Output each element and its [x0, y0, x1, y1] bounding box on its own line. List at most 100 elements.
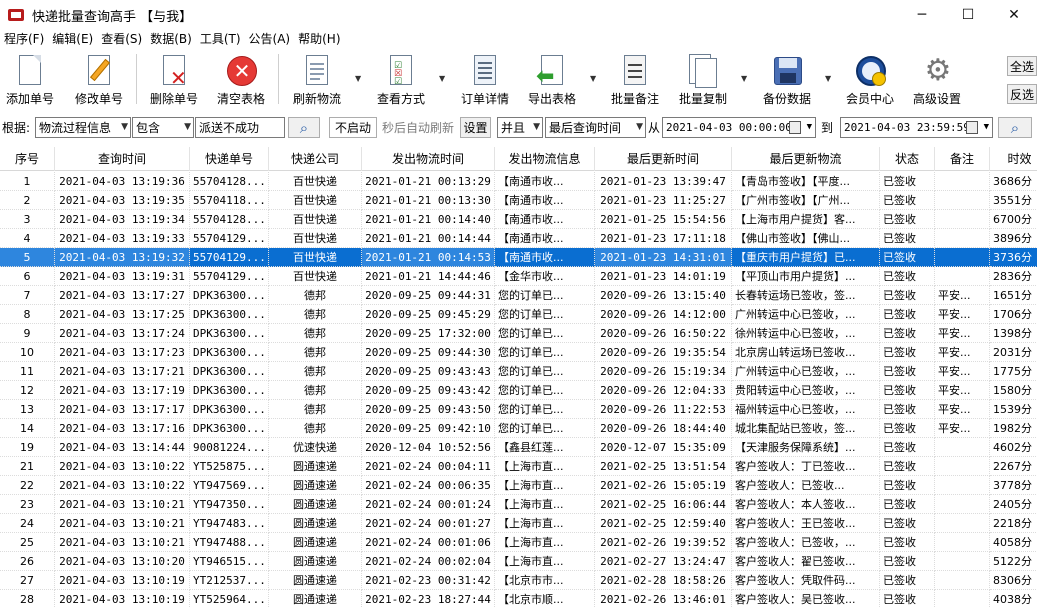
table-cell: YT947483... [190, 514, 269, 533]
logic-select[interactable]: 并且 ▼ [497, 117, 543, 138]
table-row[interactable]: 24 2021-04-03 13:10:21 YT947483... 圆通速递 2021… [0, 514, 1037, 533]
to-datetime-picker[interactable]: 2021-04-03 23:59:59 ▼ [840, 117, 993, 138]
table-row[interactable]: 8 2021-04-03 13:17:25 DPK36300... 德邦 2020-09… [0, 305, 1037, 324]
table-cell: 2021-02-26 15:05:19 [595, 476, 732, 495]
table-row[interactable]: 2 2021-04-03 13:19:35 55704118... 百世快递 2021-… [0, 191, 1037, 210]
column-header[interactable]: 查询时间 [55, 147, 190, 171]
menu-program[interactable]: 程序(F) [0, 30, 48, 48]
column-header[interactable]: 序号 [0, 147, 55, 171]
table-row[interactable]: 7 2021-04-03 13:17:27 DPK36300... 德邦 2020-09… [0, 286, 1037, 305]
table-row[interactable]: 26 2021-04-03 13:10:20 YT946515... 圆通速递 2021… [0, 552, 1037, 571]
table-row[interactable]: 3 2021-04-03 13:19:34 55704128... 百世快递 2021-… [0, 210, 1037, 229]
table-cell: 已签收 [880, 305, 935, 324]
refresh-logistics-button[interactable]: 刷新物流 [289, 50, 345, 108]
column-header[interactable]: 备注 [935, 147, 990, 171]
view-mode-button[interactable]: ☑ ☒ ☑ 查看方式 [373, 50, 429, 108]
table-cell: 2021-02-24 00:01:24 [362, 495, 495, 514]
filter-operator-select[interactable]: 包含 ▼ [132, 117, 194, 138]
clear-table-button[interactable]: ✕ 清空表格 [213, 50, 269, 108]
table-cell: 2021-02-25 16:06:44 [595, 495, 732, 514]
batch-note-button[interactable]: 批量备注 [607, 50, 663, 108]
batch-copy-button[interactable]: 批量复制 [675, 50, 731, 108]
table-row[interactable]: 13 2021-04-03 13:17:17 DPK36300... 德邦 2020-0… [0, 400, 1037, 419]
select-all-button[interactable]: 全选 [1007, 56, 1037, 76]
table-cell: 2021-01-25 15:54:56 [595, 210, 732, 229]
table-cell: 【南通市收... [495, 210, 595, 229]
clock-member-icon [854, 54, 886, 88]
filter-field-select[interactable]: 物流过程信息 ▼ [35, 117, 131, 138]
table-cell: 德邦 [269, 324, 362, 343]
search-icon[interactable]: ⌕ [288, 117, 320, 138]
minimize-button[interactable]: ─ [899, 0, 945, 30]
invert-selection-button[interactable]: 反选 [1007, 84, 1037, 104]
table-row[interactable]: 10 2021-04-03 13:17:23 DPK36300... 德邦 2020-0… [0, 343, 1037, 362]
column-header[interactable]: 发出物流时间 [362, 147, 495, 171]
table-cell: 10 [0, 343, 55, 362]
table-row[interactable]: 19 2021-04-03 13:14:44 90081224... 优速快递 2020… [0, 438, 1037, 457]
table-row[interactable]: 22 2021-04-03 13:10:22 YT947569... 圆通速递 2021… [0, 476, 1037, 495]
table-cell: 百世快递 [269, 229, 362, 248]
table-row[interactable]: 6 2021-04-03 13:19:31 55704129... 百世快递 2021-… [0, 267, 1037, 286]
export-table-button[interactable]: ⬅ 导出表格 [524, 50, 580, 108]
add-number-button[interactable]: 添加单号 [2, 50, 58, 108]
table-cell: 【上海市直... [495, 533, 595, 552]
chevron-down-icon: ▼ [184, 122, 191, 132]
table-cell: DPK36300... [190, 381, 269, 400]
table-cell: DPK36300... [190, 362, 269, 381]
table-cell [935, 172, 990, 191]
table-row[interactable]: 12 2021-04-03 13:17:19 DPK36300... 德邦 2020-0… [0, 381, 1037, 400]
close-button[interactable]: ✕ [991, 0, 1037, 30]
backup-data-button[interactable]: 备份数据 [759, 50, 815, 108]
table-row[interactable]: 11 2021-04-03 13:17:21 DPK36300... 德邦 2020-0… [0, 362, 1037, 381]
advanced-settings-button[interactable]: ⚙ 高级设置 [909, 50, 965, 108]
table-row[interactable]: 21 2021-04-03 13:10:22 YT525875... 圆通速递 2021… [0, 457, 1037, 476]
member-center-button[interactable]: 会员中心 [842, 50, 898, 108]
table-cell: YT525964... [190, 590, 269, 608]
menu-tools[interactable]: 工具(T) [196, 30, 245, 48]
table-row[interactable]: 4 2021-04-03 13:19:33 55704129... 百世快递 2021-… [0, 229, 1037, 248]
column-header[interactable]: 发出物流信息 [495, 147, 595, 171]
menu-data[interactable]: 数据(B) [146, 30, 196, 48]
view-mode-dropdown-arrow-icon[interactable]: ▼ [439, 74, 445, 83]
menu-edit[interactable]: 编辑(E) [48, 30, 97, 48]
table-row[interactable]: 23 2021-04-03 13:10:21 YT947350... 圆通速递 2021… [0, 495, 1037, 514]
table-cell: 55704128... [190, 210, 269, 229]
date-search-button[interactable]: ⌕ [998, 117, 1032, 138]
from-datetime-picker[interactable]: 2021-04-03 00:00:00 ▼ [662, 117, 816, 138]
backup-dropdown-arrow-icon[interactable]: ▼ [825, 74, 831, 83]
table-row[interactable]: 9 2021-04-03 13:17:24 DPK36300... 德邦 2020-09… [0, 324, 1037, 343]
column-header[interactable]: 时效 [990, 147, 1037, 171]
table-cell: 平安... [935, 362, 990, 381]
column-header[interactable]: 最后更新物流 [732, 147, 880, 171]
menu-help[interactable]: 帮助(H) [294, 30, 344, 48]
delete-number-button[interactable]: ✕ 删除单号 [146, 50, 202, 108]
gear-icon: ⚙ [924, 53, 952, 88]
table-cell: 【青岛市签收】【平度... [732, 172, 880, 191]
refresh-dropdown-arrow-icon[interactable]: ▼ [355, 74, 361, 83]
column-header[interactable]: 快递公司 [269, 147, 362, 171]
auto-refresh-select[interactable]: 不启动 [329, 117, 377, 138]
table-row[interactable]: 5 2021-04-03 13:19:32 55704129... 百世快递 2021-… [0, 248, 1037, 267]
filter-value-input[interactable]: 派送不成功 [195, 117, 285, 138]
time-field-select[interactable]: 最后查询时间 ▼ [545, 117, 646, 138]
table-row[interactable]: 27 2021-04-03 13:10:19 YT212537... 圆通速递 2021… [0, 571, 1037, 590]
batch-copy-dropdown-arrow-icon[interactable]: ▼ [741, 74, 747, 83]
export-dropdown-arrow-icon[interactable]: ▼ [590, 74, 596, 83]
order-detail-button[interactable]: 订单详情 [457, 50, 513, 108]
table-row[interactable]: 14 2021-04-03 13:17:16 DPK36300... 德邦 2020-0… [0, 419, 1037, 438]
maximize-button[interactable]: ☐ [945, 0, 991, 30]
column-header[interactable]: 状态 [880, 147, 935, 171]
table-row[interactable]: 28 2021-04-03 13:10:19 YT525964... 圆通速递 2021… [0, 590, 1037, 608]
table-cell: 已签收 [880, 590, 935, 608]
table-row[interactable]: 1 2021-04-03 13:19:36 55704128... 百世快递 2021-… [0, 172, 1037, 191]
menu-view[interactable]: 查看(S) [97, 30, 146, 48]
column-header[interactable]: 最后更新时间 [595, 147, 732, 171]
table-cell [935, 552, 990, 571]
auto-refresh-settings-button[interactable]: 设置 [460, 117, 491, 138]
table-cell: 1651分 [990, 286, 1037, 305]
menu-announce[interactable]: 公告(A) [245, 30, 295, 48]
edit-number-button[interactable]: 修改单号 [71, 50, 127, 108]
table-cell: 2020-09-26 11:22:53 [595, 400, 732, 419]
column-header[interactable]: 快递单号 [190, 147, 269, 171]
table-row[interactable]: 25 2021-04-03 13:10:21 YT947488... 圆通速递 2021… [0, 533, 1037, 552]
